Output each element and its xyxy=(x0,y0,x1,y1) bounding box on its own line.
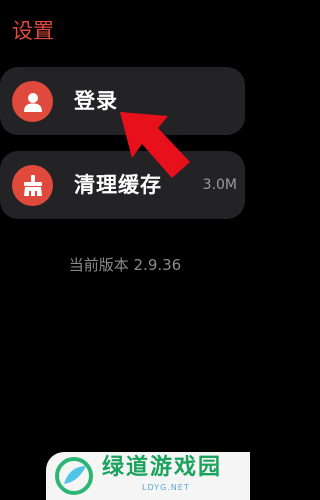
pointer-arrow-icon xyxy=(120,112,190,178)
watermark-sub: LDYG.NET xyxy=(142,483,190,492)
watermark: 绿道游戏园 LDYG.NET xyxy=(46,452,250,500)
watermark-logo-icon xyxy=(55,457,93,495)
user-icon xyxy=(12,81,53,122)
watermark-text: 绿道游戏园 xyxy=(102,455,223,480)
version-text: 当前版本 2.9.36 xyxy=(68,256,182,274)
page-title: 设置 xyxy=(12,19,54,43)
cache-size-value: 3.0M xyxy=(202,177,237,193)
broom-icon xyxy=(12,165,53,206)
